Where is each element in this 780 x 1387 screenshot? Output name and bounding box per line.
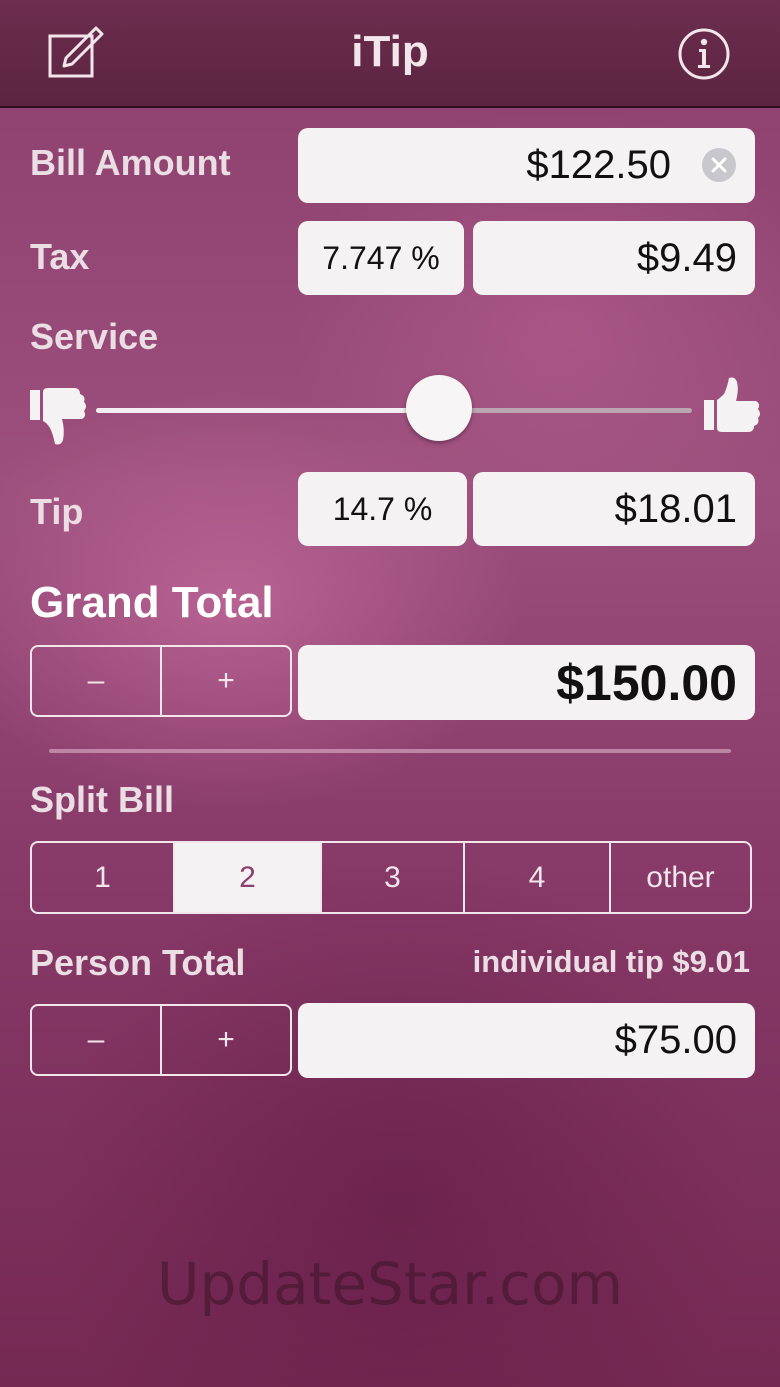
split-option-other[interactable]: other <box>609 843 750 912</box>
split-option-4[interactable]: 4 <box>463 843 609 912</box>
grand-total-stepper: – + <box>30 645 292 717</box>
tax-percent-field[interactable]: 7.747 % <box>298 221 464 295</box>
service-label: Service <box>30 316 159 357</box>
tip-percent-field[interactable]: 14.7 % <box>298 472 467 546</box>
person-total-value: $75.00 <box>614 1018 737 1062</box>
watermark: UpdateStar.com <box>157 1250 623 1318</box>
split-bill-label: Split Bill <box>30 779 174 820</box>
grand-total-increment-button[interactable]: + <box>160 647 290 715</box>
split-option-2[interactable]: 2 <box>173 843 320 912</box>
tax-percent-value: 7.747 % <box>322 239 440 276</box>
tip-amount-field[interactable]: $18.01 <box>473 472 755 546</box>
thumbs-down-icon <box>28 386 88 453</box>
tip-amount-value: $18.01 <box>614 486 737 531</box>
split-option-1[interactable]: 1 <box>32 843 173 912</box>
tax-label: Tax <box>30 236 90 277</box>
grand-total-label: Grand Total <box>30 578 274 627</box>
person-total-stepper: – + <box>30 1004 292 1076</box>
clear-icon[interactable] <box>702 148 736 182</box>
person-total-increment-button[interactable]: + <box>160 1006 290 1074</box>
grand-total-decrement-button[interactable]: – <box>32 647 160 715</box>
tip-percent-value: 14.7 % <box>332 490 433 527</box>
app-title: iTip <box>351 27 429 76</box>
navigation-bar: iTip <box>0 0 780 108</box>
service-slider-track-filled <box>96 408 440 413</box>
bill-amount-label: Bill Amount <box>30 142 231 183</box>
thumbs-up-icon <box>702 376 762 437</box>
tax-amount-value: $9.49 <box>636 235 737 280</box>
person-total-label: Person Total <box>30 942 246 983</box>
bill-amount-value: $122.50 <box>526 143 671 187</box>
person-total-decrement-button[interactable]: – <box>32 1006 160 1074</box>
tip-label: Tip <box>30 491 84 532</box>
split-bill-selector: 1 2 3 4 other <box>30 841 752 914</box>
grand-total-value: $150.00 <box>556 654 737 711</box>
person-total-field[interactable]: $75.00 <box>298 1003 755 1078</box>
info-icon[interactable] <box>677 27 731 81</box>
section-divider <box>49 749 731 753</box>
tax-amount-field[interactable]: $9.49 <box>473 221 755 295</box>
grand-total-field[interactable]: $150.00 <box>298 645 755 720</box>
individual-tip-text: individual tip $9.01 <box>472 944 750 979</box>
service-slider-thumb[interactable] <box>406 375 472 441</box>
bill-amount-field[interactable]: $122.50 <box>298 128 755 203</box>
split-option-3[interactable]: 3 <box>320 843 463 912</box>
service-slider-track <box>440 408 692 413</box>
